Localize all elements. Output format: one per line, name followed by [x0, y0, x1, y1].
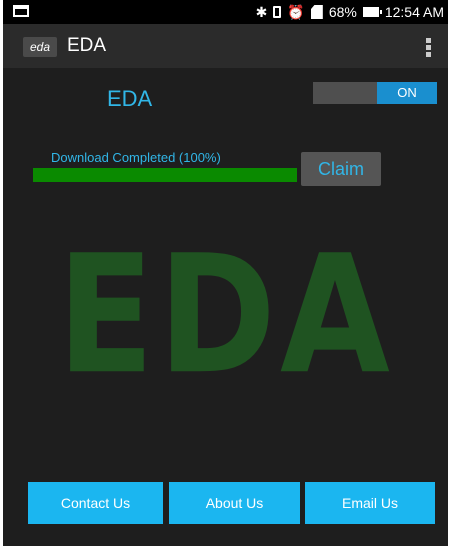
bluetooth-icon: ✱ [255, 4, 268, 20]
sd-card-icon [310, 5, 323, 19]
page-heading: EDA [107, 86, 153, 111]
email-us-button[interactable]: Email Us [305, 482, 435, 524]
app-title: EDA [67, 35, 107, 56]
app-bar: eda EDA [3, 24, 448, 68]
about-us-button[interactable]: About Us [169, 482, 300, 524]
battery-percent: 68% [328, 4, 357, 20]
download-progress-bar [33, 168, 297, 182]
app-logo: eda [23, 37, 57, 57]
vibrate-icon [273, 6, 282, 18]
download-status: Download Completed (100%) [51, 150, 221, 165]
status-icons: ✱ ⏰ 68% 12:54 AM [256, 3, 444, 21]
battery-icon [362, 7, 382, 17]
on-off-toggle[interactable]: ON [313, 82, 437, 104]
clock: 12:54 AM [384, 4, 444, 20]
eda-watermark: EDA [3, 200, 448, 430]
status-bar: ✱ ⏰ 68% 12:54 AM [3, 0, 448, 24]
progress-fill [33, 168, 297, 182]
screenshot-notification-icon [13, 5, 29, 17]
contact-us-button[interactable]: Contact Us [28, 482, 163, 524]
alarm-icon: ⏰ [287, 4, 305, 20]
bottom-button-row: Contact Us About Us Email Us [3, 482, 448, 524]
toggle-label: ON [377, 82, 437, 104]
watermark-text: EDA [57, 220, 394, 410]
overflow-menu-icon[interactable] [426, 38, 432, 57]
claim-button[interactable]: Claim [301, 152, 381, 186]
app-screen: ✱ ⏰ 68% 12:54 AM eda EDA EDA ON Download… [3, 0, 448, 546]
